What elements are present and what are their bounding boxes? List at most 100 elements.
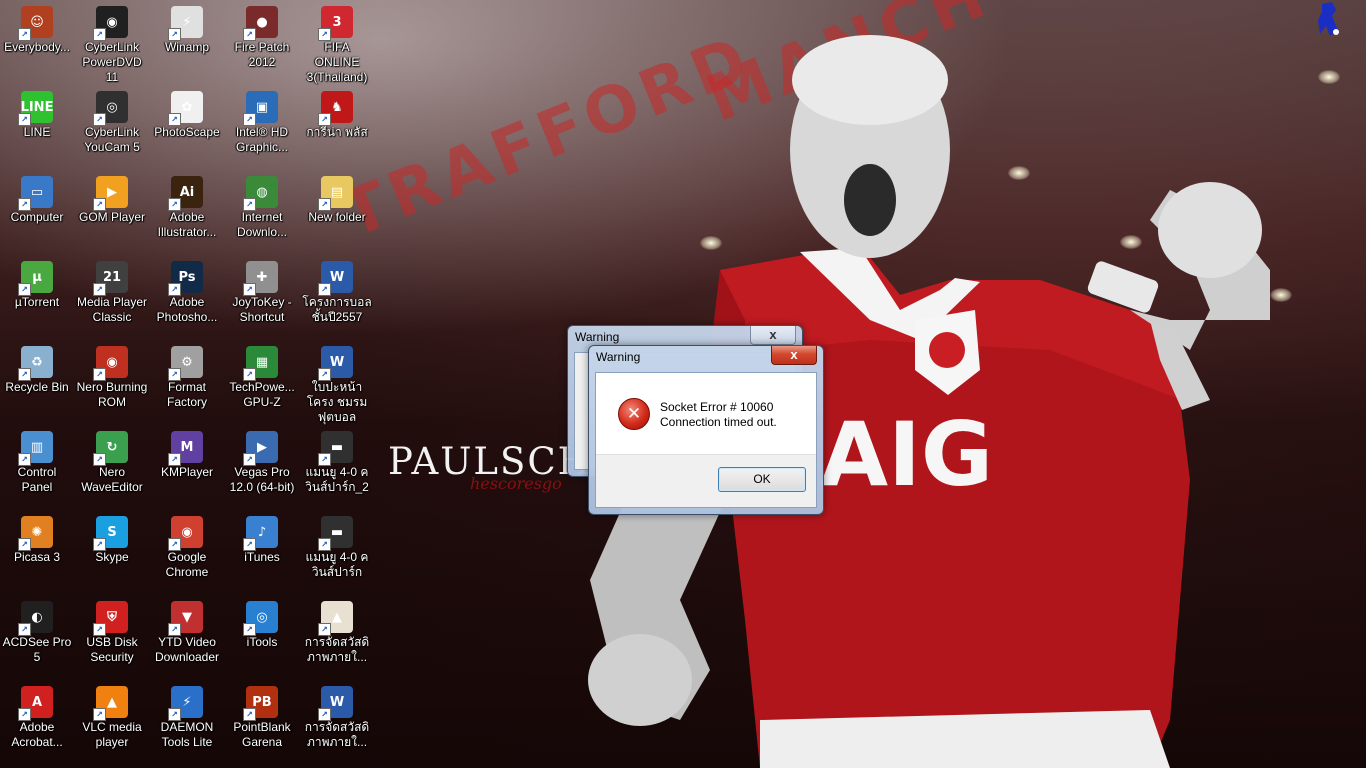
desktop-icon[interactable]: ♪ ↗ iTunes [225,512,299,596]
garena-icon: ♞ ↗ [318,91,353,126]
desktop-icon[interactable]: ● ↗ Fire Patch 2012 [225,2,299,86]
photoscape-icon: ✿ ↗ [168,91,203,126]
desktop-icon[interactable]: S ↗ Skype [75,512,149,596]
desktop-icon[interactable]: ▬ ↗ แมนยู 4-0 ควินส์ปาร์ก_2 [300,427,374,511]
desktop-icon[interactable]: ◐ ↗ ACDSee Pro 5 [0,597,74,681]
shortcut-arrow-icon: ↗ [243,538,256,551]
dialog-title: Warning [596,350,641,364]
computer-icon: ▭ ↗ [18,176,53,211]
desktop-icon[interactable]: ✺ ↗ Picasa 3 [0,512,74,596]
desktop-icon[interactable]: ☺ ↗ Everybody... [0,2,74,86]
picasa-icon: ✺ ↗ [18,516,53,551]
desktop-icon[interactable]: 3 ↗ FIFA ONLINE 3(Thailand) [300,2,374,86]
desktop-icon[interactable]: ▼ ↗ YTD Video Downloader [150,597,224,681]
shortcut-arrow-icon: ↗ [93,368,106,381]
desktop-icon[interactable]: ▲ ↗ การจัดสวัสดิ ภาพภายใ... [300,597,374,681]
shortcut-arrow-icon: ↗ [243,28,256,41]
shortcut-arrow-icon: ↗ [318,708,331,721]
shortcut-arrow-icon: ↗ [18,113,31,126]
desktop-icon-label: Internet Downlo... [236,210,288,239]
desktop-icon[interactable]: ▲ ↗ VLC media player [75,682,149,766]
desktop-icon[interactable]: ◎ ↗ iTools [225,597,299,681]
desktop-icon[interactable]: ✿ ↗ PhotoScape [150,87,224,171]
desktop-icon[interactable]: W ↗ ใบปะหน้าโครง ชมรมฟุตบอล [300,342,374,426]
shortcut-arrow-icon: ↗ [18,538,31,551]
desktop-icon[interactable]: ◉ ↗ Google Chrome [150,512,224,596]
shortcut-arrow-icon: ↗ [243,453,256,466]
desktop-icon[interactable]: ▬ ↗ แมนยู 4-0 ควินส์ปาร์ก [300,512,374,596]
desktop-icon[interactable]: ⚡ ↗ Winamp [150,2,224,86]
desktop-icon-label: Winamp [164,40,209,54]
desktop-icon[interactable]: ◎ ↗ CyberLink YouCam 5 [75,87,149,171]
desktop-icon-label: ACDSee Pro 5 [2,635,72,664]
desktop-icon[interactable]: ⚡ ↗ DAEMON Tools Lite [150,682,224,766]
desktop-icon[interactable]: LINE ↗ LINE [0,87,74,171]
shortcut-arrow-icon: ↗ [168,198,181,211]
desktop-icon-label: Everybody... [4,40,70,54]
desktop-icon-label: USB Disk Security [86,635,138,664]
desktop-icon[interactable]: PB ↗ PointBlank Garena [225,682,299,766]
desktop-icon[interactable]: M ↗ KMPlayer [150,427,224,511]
desktop-icon-label: GOM Player [78,210,145,224]
desktop-icon[interactable]: ▶ ↗ GOM Player [75,172,149,256]
close-button[interactable]: x [771,346,817,365]
desktop-icon[interactable]: ▣ ↗ Intel® HD Graphic... [225,87,299,171]
shortcut-arrow-icon: ↗ [168,708,181,721]
nero-icon: ◉ ↗ [93,346,128,381]
desktop-icon-label: Computer [10,210,64,224]
video-file-icon: ▬ ↗ [318,431,353,466]
shortcut-arrow-icon: ↗ [168,453,181,466]
shortcut-arrow-icon: ↗ [168,283,181,296]
desktop-icon[interactable]: ▶ ↗ Vegas Pro 12.0 (64-bit) [225,427,299,511]
desktop-icon[interactable]: ♻ ↗ Recycle Bin [0,342,74,426]
shortcut-arrow-icon: ↗ [243,113,256,126]
gadget-figure-icon[interactable] [1316,0,1340,38]
desktop-icon[interactable]: ⛨ ↗ USB Disk Security [75,597,149,681]
joytokey-icon: ✚ ↗ [243,261,278,296]
shortcut-arrow-icon: ↗ [243,368,256,381]
shortcut-arrow-icon: ↗ [18,623,31,636]
shortcut-arrow-icon: ↗ [243,623,256,636]
desktop-icon[interactable]: W ↗ โครงการบอล ชั้นปี2557 [300,257,374,341]
desktop-icon-label: KMPlayer [160,465,213,479]
formatfactory-icon: ⚙ ↗ [168,346,203,381]
desktop-icon[interactable]: ✚ ↗ JoyToKey - Shortcut [225,257,299,341]
desktop-icon[interactable]: ▤ ↗ New folder [300,172,374,256]
pointblank-icon: PB ↗ [243,686,278,721]
desktop-icon[interactable]: Ps ↗ Adobe Photosho... [150,257,224,341]
desktop-icon[interactable]: A ↗ Adobe Acrobat... [0,682,74,766]
illustrator-icon: Ai ↗ [168,176,203,211]
desktop-icon-label: Adobe Photosho... [156,295,218,324]
shortcut-arrow-icon: ↗ [318,198,331,211]
desktop-icon[interactable]: ⚙ ↗ Format Factory [150,342,224,426]
desktop-icon[interactable]: ▭ ↗ Computer [0,172,74,256]
shirt-sponsor-text: AIG [820,403,993,506]
error-icon: ✕ [618,398,650,430]
desktop-icon[interactable]: ◍ ↗ Internet Downlo... [225,172,299,256]
desktop-icon[interactable]: 21 ↗ Media Player Classic [75,257,149,341]
desktop-icon-label: ใบปะหน้าโครง ชมรมฟุตบอล [306,380,368,424]
desktop-icon[interactable]: ♞ ↗ การีน่า พลัส [300,87,374,171]
warning-dialog[interactable]: Warning x ✕ Socket Error # 10060 Connect… [588,345,824,515]
control-panel-icon: ▥ ↗ [18,431,53,466]
desktop-icon-label: แมนยู 4-0 ควินส์ปาร์ก_2 [305,465,369,494]
vlc-icon: ▲ ↗ [93,686,128,721]
idm-icon: ◍ ↗ [243,176,278,211]
close-button[interactable]: x [750,326,796,345]
desktop-icon[interactable]: Ai ↗ Adobe Illustrator... [150,172,224,256]
desktop-icon-label: Media Player Classic [76,295,148,324]
desktop-icon-label: Fire Patch 2012 [234,40,290,69]
dialog-title: Warning [575,330,620,344]
desktop-icon[interactable]: ▦ ↗ TechPowe... GPU-Z [225,342,299,426]
desktop-icon[interactable]: µ ↗ µTorrent [0,257,74,341]
desktop-icon[interactable]: ↻ ↗ Nero WaveEditor [75,427,149,511]
desktop-icon[interactable]: W ↗ การจัดสวัสดิ ภาพภายใ... [300,682,374,766]
desktop-icon[interactable]: ◉ ↗ Nero Burning ROM [75,342,149,426]
dialog-footer: OK [596,454,816,507]
ok-button[interactable]: OK [718,467,806,492]
desktop-icon[interactable]: ▥ ↗ Control Panel [0,427,74,511]
photoshop-icon: Ps ↗ [168,261,203,296]
desktop-icon[interactable]: ◉ ↗ CyberLink PowerDVD 11 [75,2,149,86]
shortcut-arrow-icon: ↗ [318,28,331,41]
shortcut-arrow-icon: ↗ [318,283,331,296]
